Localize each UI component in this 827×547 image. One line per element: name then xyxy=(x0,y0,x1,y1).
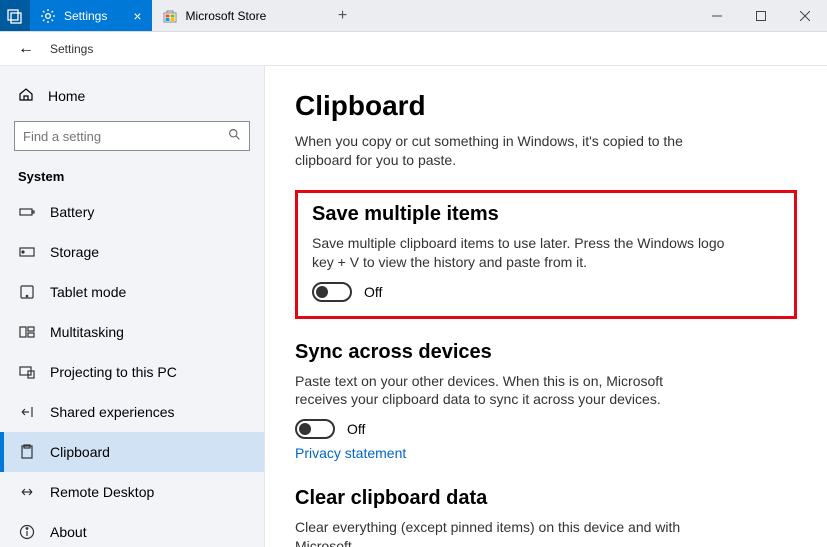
clipboard-icon xyxy=(18,443,36,461)
sidebar: Home System Battery Storage Tablet mode … xyxy=(0,66,265,547)
content-pane: Clipboard When you copy or cut something… xyxy=(265,66,827,547)
page-intro: When you copy or cut something in Window… xyxy=(295,132,715,170)
close-icon[interactable]: × xyxy=(133,9,141,23)
gear-icon xyxy=(40,8,56,24)
sidebar-home-label: Home xyxy=(48,88,85,104)
search-icon xyxy=(228,128,241,144)
clear-section-desc: Clear everything (except pinned items) o… xyxy=(295,518,715,547)
minimize-button[interactable] xyxy=(695,0,739,31)
sidebar-group-header: System xyxy=(0,165,264,192)
search-box[interactable] xyxy=(14,121,250,151)
battery-icon xyxy=(18,203,36,221)
page-title: Clipboard xyxy=(295,90,797,122)
shared-icon xyxy=(18,403,36,421)
taskview-icon[interactable] xyxy=(0,0,30,31)
sync-section-title: Sync across devices xyxy=(295,341,715,364)
sidebar-item-shared-experiences[interactable]: Shared experiences xyxy=(0,392,264,432)
app-header: ← Settings xyxy=(0,32,827,66)
maximize-button[interactable] xyxy=(739,0,783,31)
sidebar-item-battery[interactable]: Battery xyxy=(0,192,264,232)
clear-section-title: Clear clipboard data xyxy=(295,487,715,510)
tablet-icon xyxy=(18,283,36,301)
sidebar-item-label: About xyxy=(50,524,87,540)
sidebar-item-label: Shared experiences xyxy=(50,404,175,420)
sidebar-item-about[interactable]: About xyxy=(0,512,264,547)
save-section-title: Save multiple items xyxy=(312,203,732,226)
multitasking-icon xyxy=(18,323,36,341)
sidebar-item-label: Storage xyxy=(50,244,99,260)
sidebar-item-clipboard[interactable]: Clipboard xyxy=(0,432,264,472)
sidebar-item-projecting[interactable]: Projecting to this PC xyxy=(0,352,264,392)
sync-section-desc: Paste text on your other devices. When t… xyxy=(295,372,715,410)
sync-toggle-state: Off xyxy=(347,421,365,437)
sidebar-item-multitasking[interactable]: Multitasking xyxy=(0,312,264,352)
store-icon xyxy=(162,8,178,24)
sidebar-item-remote-desktop[interactable]: Remote Desktop xyxy=(0,472,264,512)
sidebar-item-storage[interactable]: Storage xyxy=(0,232,264,272)
app-title: Settings xyxy=(50,42,93,56)
back-button[interactable]: ← xyxy=(18,40,34,58)
tab-settings[interactable]: Settings × xyxy=(30,0,152,31)
save-toggle-state: Off xyxy=(364,284,382,300)
tab-label: Settings xyxy=(64,9,107,23)
tab-label: Microsoft Store xyxy=(186,9,267,23)
privacy-link[interactable]: Privacy statement xyxy=(295,445,406,461)
sidebar-search xyxy=(14,121,250,151)
sidebar-item-label: Multitasking xyxy=(50,324,124,340)
title-bar: Settings × Microsoft Store + xyxy=(0,0,827,32)
save-section-desc: Save multiple clipboard items to use lat… xyxy=(312,234,732,272)
save-toggle[interactable] xyxy=(312,282,352,302)
storage-icon xyxy=(18,243,36,261)
sidebar-item-label: Remote Desktop xyxy=(50,484,154,500)
sidebar-item-label: Battery xyxy=(50,204,94,220)
search-input[interactable] xyxy=(23,129,228,144)
sidebar-item-tablet-mode[interactable]: Tablet mode xyxy=(0,272,264,312)
sync-toggle[interactable] xyxy=(295,419,335,439)
sidebar-item-label: Projecting to this PC xyxy=(50,364,177,380)
home-icon xyxy=(18,86,34,105)
sidebar-item-label: Clipboard xyxy=(50,444,110,460)
remote-desktop-icon xyxy=(18,483,36,501)
about-icon xyxy=(18,523,36,541)
close-window-button[interactable] xyxy=(783,0,827,31)
projecting-icon xyxy=(18,363,36,381)
highlight-save-multiple: Save multiple items Save multiple clipbo… xyxy=(295,190,797,319)
new-tab-button[interactable]: + xyxy=(327,0,359,31)
tab-microsoft-store[interactable]: Microsoft Store xyxy=(152,0,327,31)
sidebar-home[interactable]: Home xyxy=(0,80,264,111)
sidebar-item-label: Tablet mode xyxy=(50,284,126,300)
